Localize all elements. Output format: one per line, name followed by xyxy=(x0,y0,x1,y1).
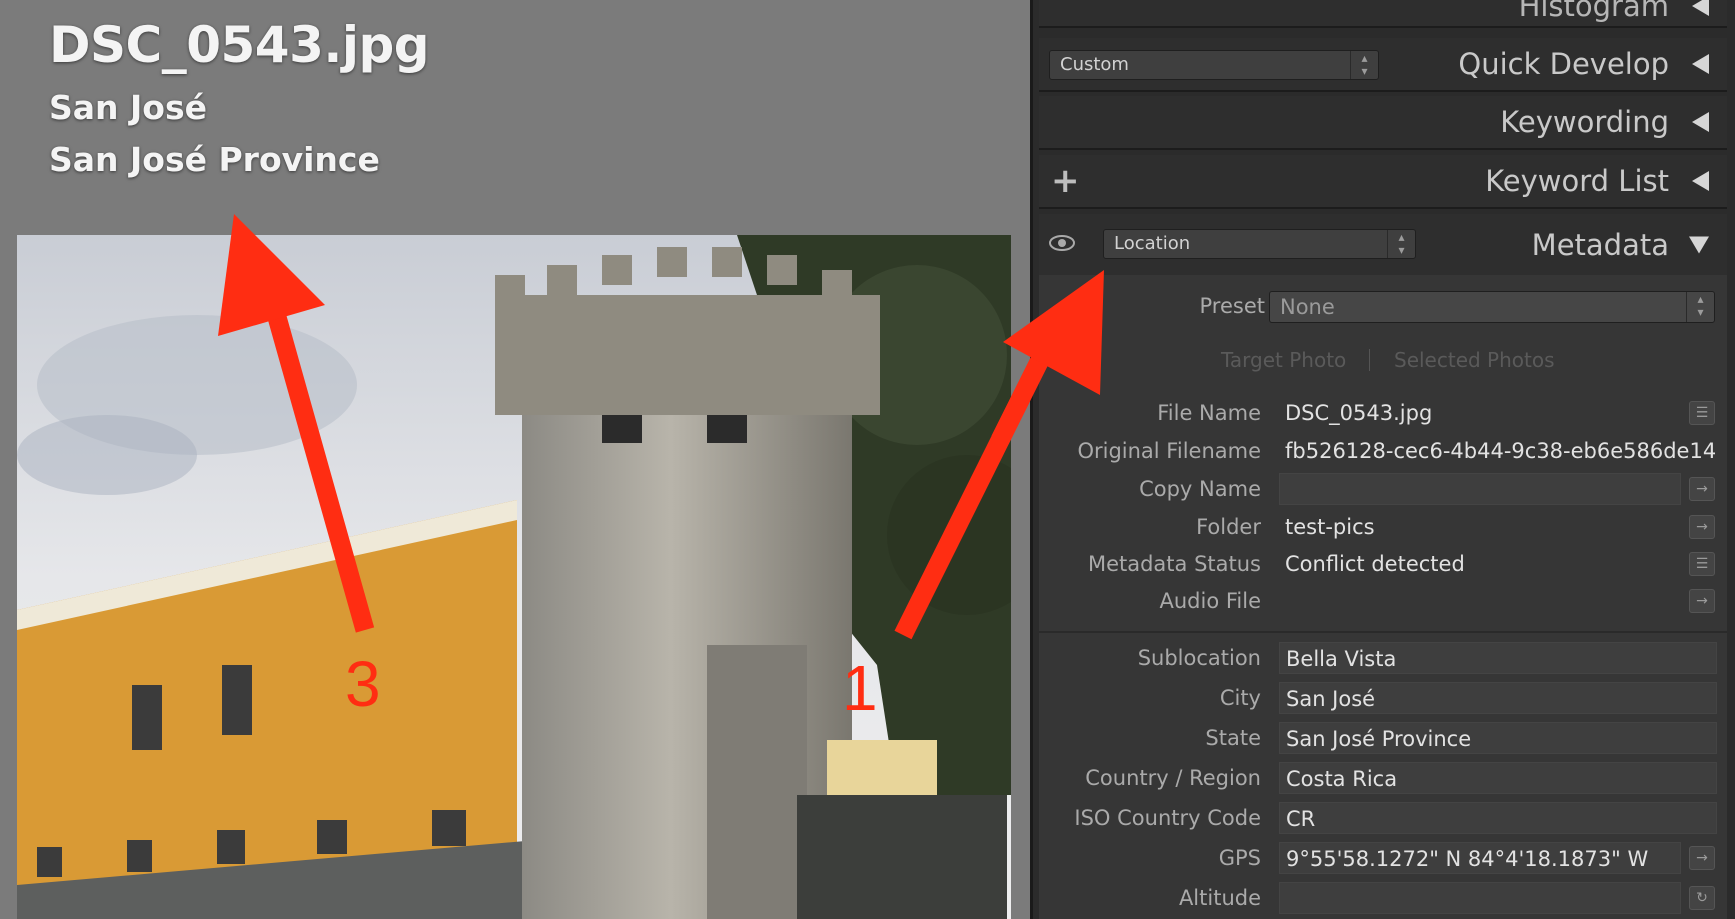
refresh-icon[interactable]: ↻ xyxy=(1689,886,1715,910)
audio-file-value xyxy=(1279,585,1681,617)
histogram-panel-header[interactable]: Histogram xyxy=(1039,0,1727,28)
go-arrow-icon[interactable]: → xyxy=(1689,589,1715,613)
metadata-preset-dropdown[interactable]: None ▴ ▾ xyxy=(1269,291,1715,323)
metadata-row-sublocation: Sublocation Bella Vista xyxy=(1039,640,1727,676)
metadata-preset-value: None xyxy=(1280,295,1335,319)
metadata-title: Metadata xyxy=(1531,227,1669,262)
eye-icon[interactable] xyxy=(1049,234,1075,256)
go-arrow-icon[interactable]: → xyxy=(1689,515,1715,539)
quick-develop-title: Quick Develop xyxy=(1458,47,1669,81)
overlay-city: San José xyxy=(49,88,207,127)
collapse-arrow-icon[interactable] xyxy=(1692,0,1709,16)
metadata-row-altitude: Altitude ↻ xyxy=(1039,880,1727,916)
field-label: Sublocation xyxy=(1137,646,1261,670)
metadata-view-dropdown[interactable]: Location ▴ ▾ xyxy=(1103,229,1416,259)
metadata-row-copy-name: Copy Name → xyxy=(1039,471,1727,507)
field-label: Metadata Status xyxy=(1087,552,1261,576)
field-label: Audio File xyxy=(1159,589,1261,613)
field-label: City xyxy=(1219,686,1261,710)
sublocation-value[interactable]: Bella Vista xyxy=(1279,642,1717,674)
metadata-row-audio-file: Audio File → xyxy=(1039,583,1727,619)
go-arrow-icon[interactable]: → xyxy=(1689,477,1715,501)
histogram-title: Histogram xyxy=(1518,0,1669,23)
field-label: Original Filename xyxy=(1077,439,1261,463)
metadata-row-state: State San José Province xyxy=(1039,720,1727,756)
folder-value: test-pics xyxy=(1285,515,1375,539)
metadata-row-gps: GPS 9°55'58.1272" N 84°4'18.1873" W → xyxy=(1039,840,1727,876)
metadata-status-value: Conflict detected xyxy=(1285,552,1465,576)
list-icon[interactable]: ☰ xyxy=(1689,401,1715,425)
metadata-target-tabs: Target Photo Selected Photos xyxy=(1039,345,1727,375)
quick-develop-panel-header[interactable]: Custom ▴ ▾ Quick Develop xyxy=(1039,38,1727,92)
iso-country-code-value[interactable]: CR xyxy=(1279,802,1717,834)
field-label: Altitude xyxy=(1178,886,1261,910)
field-label: State xyxy=(1205,726,1261,750)
collapse-arrow-icon[interactable] xyxy=(1692,171,1709,191)
gps-value[interactable]: 9°55'58.1272" N 84°4'18.1873" W xyxy=(1279,842,1681,874)
keywording-title: Keywording xyxy=(1500,105,1669,139)
metadata-row-country: Country / Region Costa Rica xyxy=(1039,760,1727,796)
overlay-filename: DSC_0543.jpg xyxy=(49,16,430,74)
field-label: GPS xyxy=(1218,846,1261,870)
metadata-preset-row: Preset None ▴ ▾ xyxy=(1039,285,1727,327)
photo-image xyxy=(17,235,1011,919)
section-divider xyxy=(1039,631,1727,633)
keyword-list-title: Keyword List xyxy=(1485,164,1669,198)
collapse-arrow-icon[interactable] xyxy=(1692,54,1709,74)
metadata-row-original-filename: Original Filename fb526128-cec6-4b44-9c3… xyxy=(1039,433,1727,469)
keyword-list-panel-header[interactable]: + Keyword List xyxy=(1039,155,1727,209)
metadata-row-folder: Folder test-pics → xyxy=(1039,509,1727,545)
tab-divider xyxy=(1369,349,1370,371)
field-label: File Name xyxy=(1157,401,1261,425)
metadata-row-city: City San José xyxy=(1039,680,1727,716)
dropdown-stepper-icon: ▴ ▾ xyxy=(1350,51,1378,79)
original-filename-value: fb526128-cec6-4b44-9c38-eb6e586de14e-2.j… xyxy=(1285,439,1715,463)
metadata-view-value: Location xyxy=(1114,233,1191,254)
field-label: Copy Name xyxy=(1139,477,1261,501)
metadata-panel-body: Preset None ▴ ▾ Target Photo Selected Pho… xyxy=(1039,275,1727,919)
tab-target-photo[interactable]: Target Photo xyxy=(1221,348,1346,372)
go-arrow-icon[interactable]: → xyxy=(1689,846,1715,870)
tab-selected-photos[interactable]: Selected Photos xyxy=(1394,348,1555,372)
metadata-row-file-name: File Name DSC_0543.jpg ☰ xyxy=(1039,395,1727,431)
metadata-panel-header[interactable]: Location ▴ ▾ Metadata xyxy=(1039,214,1727,275)
metadata-row-iso-country-code: ISO Country Code CR xyxy=(1039,800,1727,836)
overlay-state: San José Province xyxy=(49,140,380,179)
list-icon[interactable]: ☰ xyxy=(1689,552,1715,576)
right-panel-group: Histogram Custom ▴ ▾ Quick Develop Keywor… xyxy=(1030,0,1735,919)
add-keyword-icon[interactable]: + xyxy=(1051,161,1080,201)
state-value[interactable]: San José Province xyxy=(1279,722,1717,754)
field-label: ISO Country Code xyxy=(1074,806,1261,830)
file-name-value[interactable]: DSC_0543.jpg xyxy=(1279,397,1681,429)
expand-arrow-icon[interactable] xyxy=(1689,236,1709,253)
saved-preset-dropdown[interactable]: Custom ▴ ▾ xyxy=(1049,50,1379,80)
metadata-preset-label: Preset xyxy=(1199,294,1265,318)
dropdown-stepper-icon: ▴ ▾ xyxy=(1387,230,1415,258)
dropdown-stepper-icon: ▴ ▾ xyxy=(1686,292,1714,322)
keywording-panel-header[interactable]: Keywording xyxy=(1039,96,1727,150)
collapse-arrow-icon[interactable] xyxy=(1692,112,1709,132)
photo[interactable] xyxy=(17,235,1011,919)
copy-name-value[interactable] xyxy=(1279,473,1681,505)
metadata-row-metadata-status: Metadata Status Conflict detected ☰ xyxy=(1039,546,1727,582)
altitude-value[interactable] xyxy=(1279,882,1681,914)
field-label: Country / Region xyxy=(1085,766,1261,790)
loupe-view: DSC_0543.jpg San José San José Province xyxy=(0,0,1030,919)
city-value[interactable]: San José xyxy=(1279,682,1717,714)
country-value[interactable]: Costa Rica xyxy=(1279,762,1717,794)
saved-preset-value: Custom xyxy=(1060,54,1129,75)
field-label: Folder xyxy=(1196,515,1261,539)
